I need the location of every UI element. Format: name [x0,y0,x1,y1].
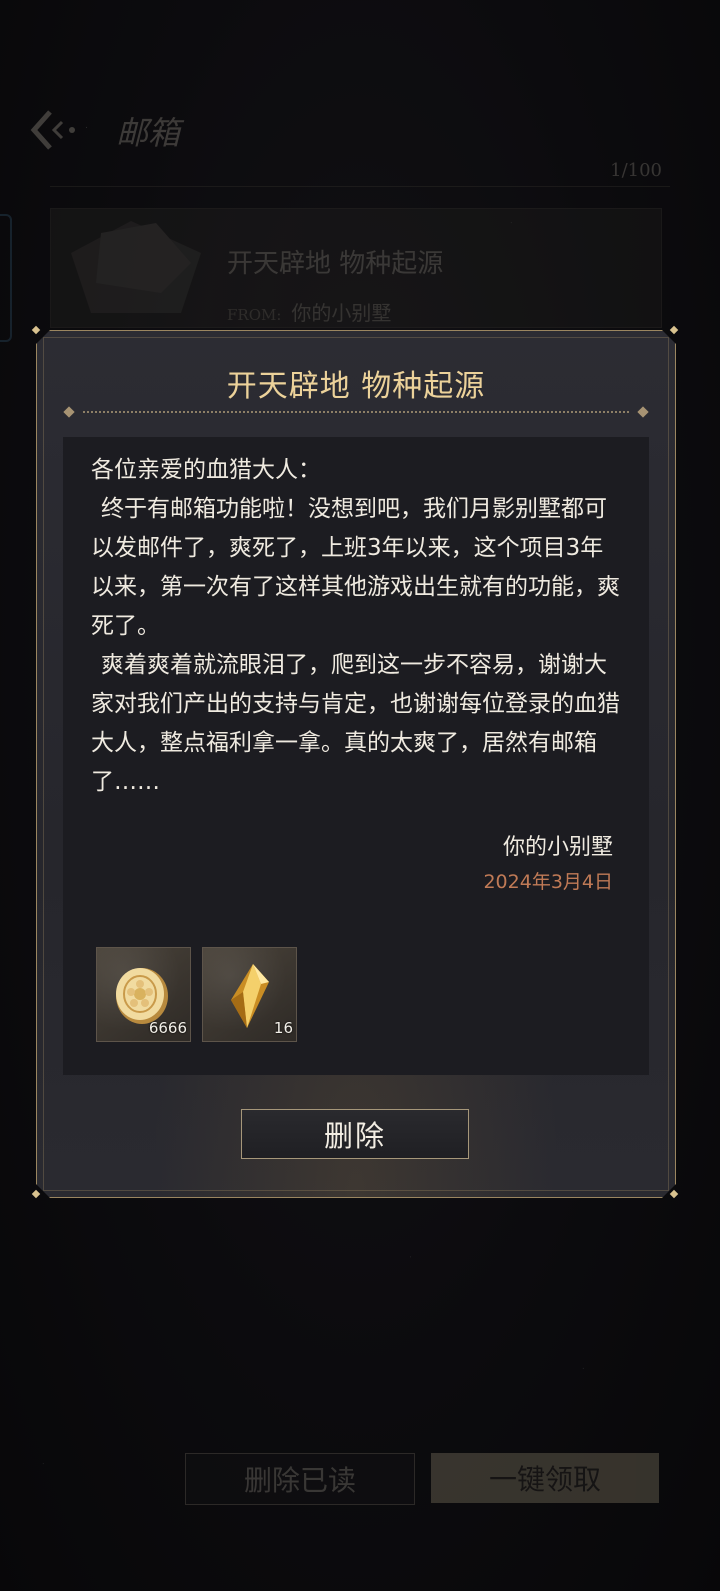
title-divider [65,411,647,413]
reward-item-coin[interactable]: 6666 [96,947,191,1042]
body-paragraph-1: 终于有邮箱功能啦！没想到吧，我们月影别墅都可以发邮件了，爽死了，上班3年以来，这… [91,496,620,639]
dialog-title: 开天辟地 物种起源 [226,369,486,404]
mail-body: 各位亲爱的血猎大人： 终于有邮箱功能啦！没想到吧，我们月影别墅都可以发邮件了，爽… [91,451,623,802]
reward-quantity: 6666 [148,1019,187,1037]
divider-tip-right [637,406,648,417]
mail-content-panel: 各位亲爱的血猎大人： 终于有邮箱功能啦！没想到吧，我们月影别墅都可以发邮件了，爽… [63,437,649,1075]
signature: 你的小别墅 [502,835,613,860]
delete-button[interactable]: 删除 [241,1109,469,1159]
divider-tip-left [63,406,74,417]
body-paragraph-2: 爽着爽着就流眼泪了，爬到这一步不容易，谢谢大家对我们产出的支持与肯定，也谢谢每位… [91,652,620,795]
mail-detail-dialog: 开天辟地 物种起源 各位亲爱的血猎大人： 终于有邮箱功能啦！没想到吧，我们月影别… [36,330,676,1198]
mail-date: 2024年3月4日 [483,871,613,893]
greeting: 各位亲爱的血猎大人： [91,457,321,483]
reward-item-crystal[interactable]: 16 [202,947,297,1042]
reward-quantity: 16 [273,1019,293,1037]
